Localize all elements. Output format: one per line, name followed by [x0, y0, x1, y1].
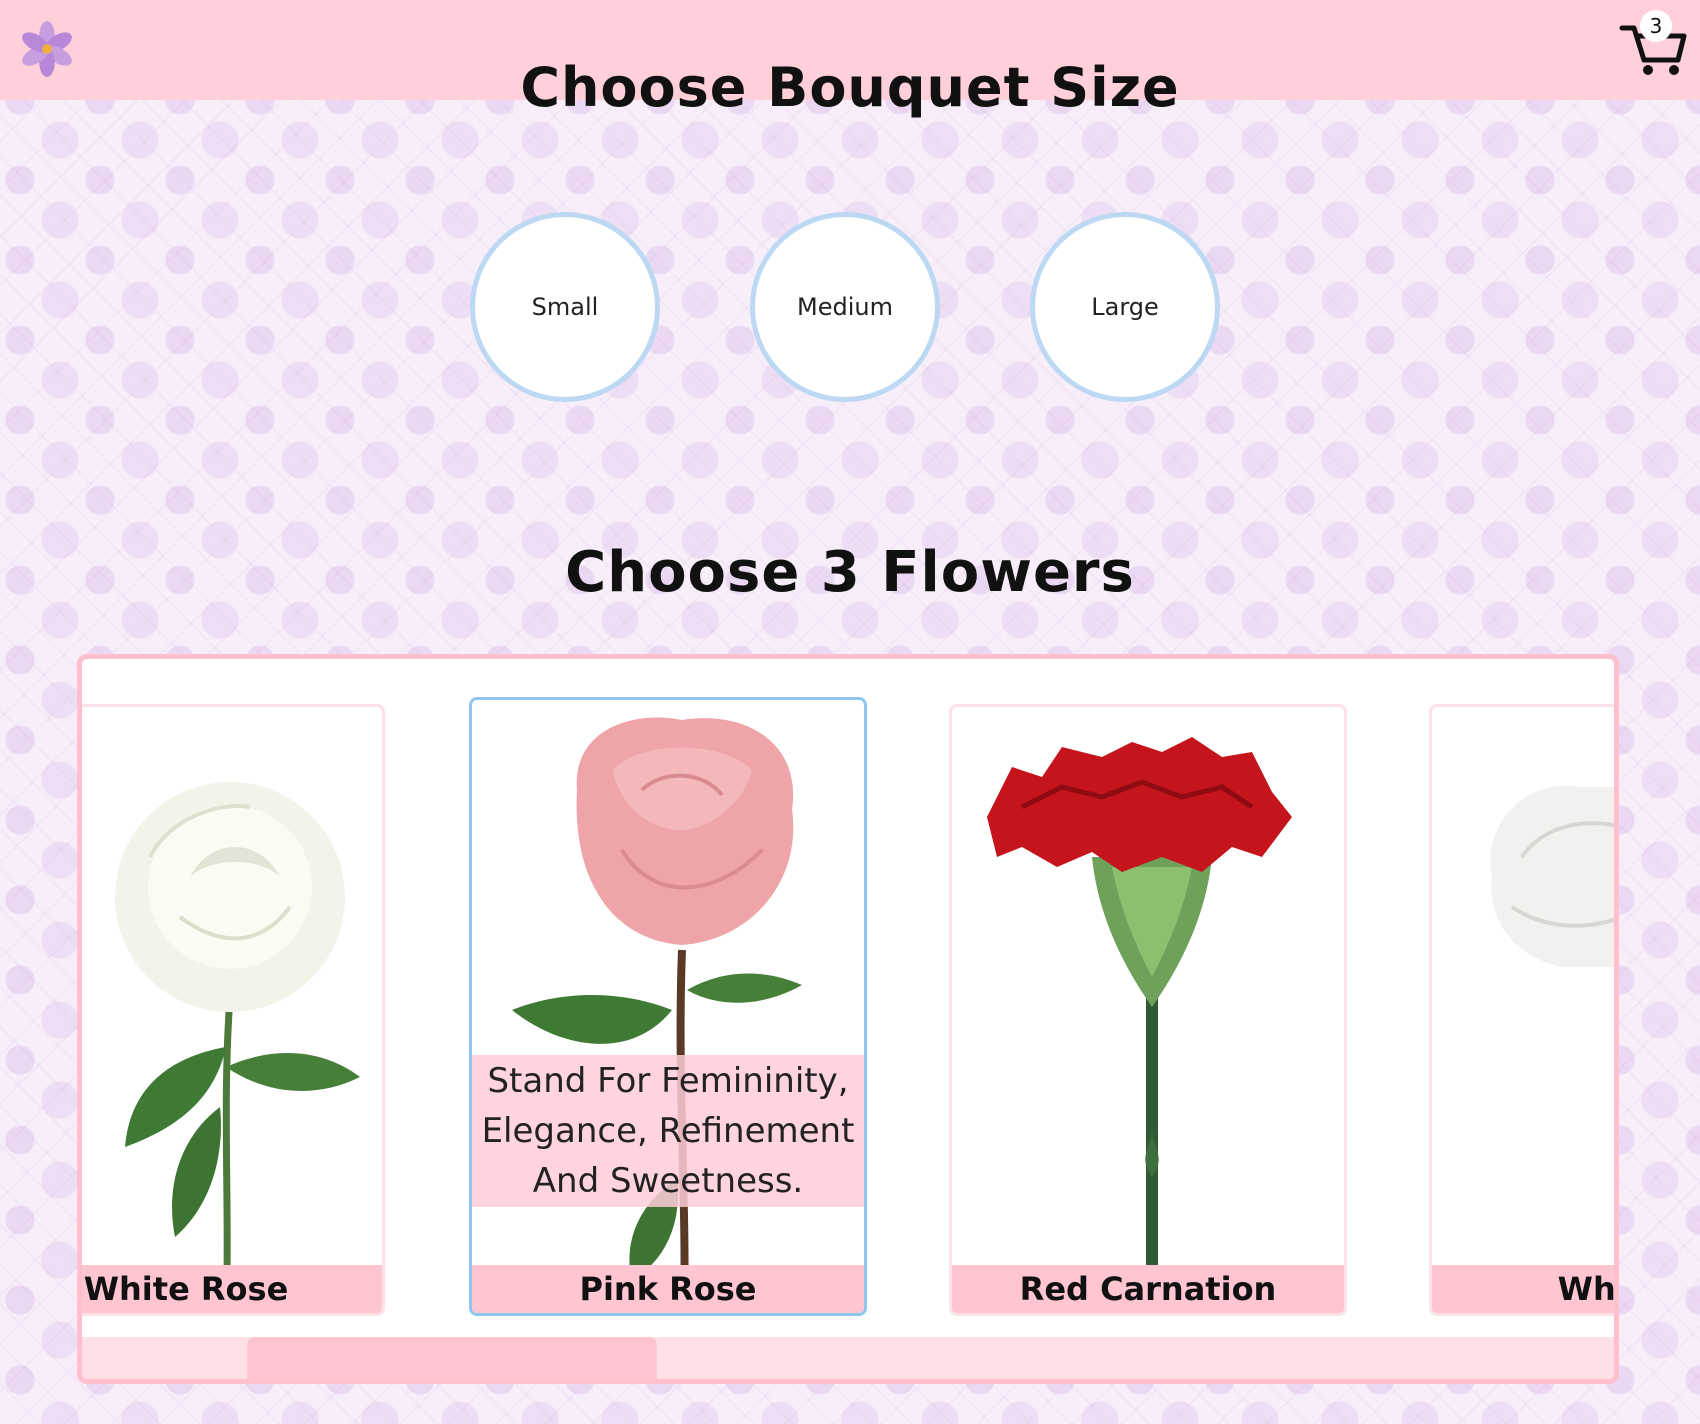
flower-card-white-rose[interactable]: White Rose	[82, 704, 385, 1316]
size-small-button[interactable]: Small	[470, 212, 660, 402]
flower-name: White Rose	[82, 1265, 382, 1313]
flower-card-pink-rose[interactable]: Stand For Femininity, Elegance, Refineme…	[469, 697, 867, 1316]
flower-card-white-carnation[interactable]: White C	[1429, 704, 1614, 1316]
flower-description: Stand For Femininity, Elegance, Refineme…	[472, 1055, 864, 1207]
size-large-button[interactable]: Large	[1030, 212, 1220, 402]
flower-carousel: White Rose Stand For Femininity, Eleganc…	[77, 654, 1619, 1384]
flower-name: Pink Rose	[472, 1265, 864, 1313]
white-rose-image	[115, 782, 360, 1313]
pink-rose-image	[512, 717, 802, 1313]
cart-count-badge: 3	[1640, 10, 1672, 42]
choose-flowers-title: Choose 3 Flowers	[565, 540, 1135, 605]
carousel-scroll-thumb[interactable]	[247, 1337, 657, 1379]
size-options: Small Medium Large	[0, 212, 1700, 412]
white-carnation-image	[1490, 785, 1614, 967]
carousel-scrollbar[interactable]	[82, 1337, 1614, 1379]
flower-name: White C	[1432, 1265, 1614, 1313]
flower-name: Red Carnation	[952, 1265, 1344, 1313]
bouquet-size-title: Choose Bouquet Size	[520, 56, 1180, 119]
size-medium-button[interactable]: Medium	[750, 212, 940, 402]
red-carnation-image	[984, 737, 1318, 1313]
flower-card-red-carnation[interactable]: Red Carnation	[949, 704, 1347, 1316]
